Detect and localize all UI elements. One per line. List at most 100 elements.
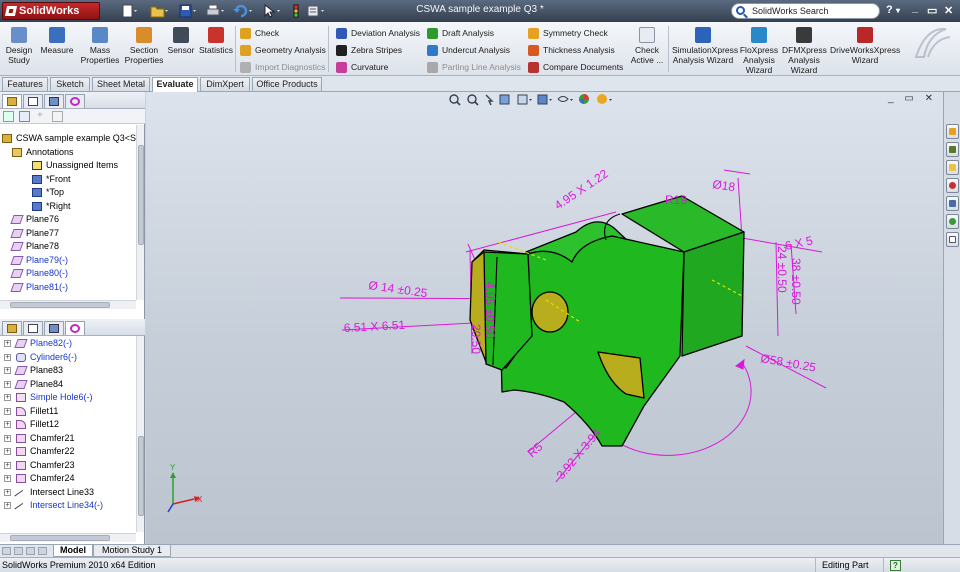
xpress-1-button[interactable]: FloXpress Analysis Wizard (738, 25, 780, 75)
minimize-button[interactable]: _ (912, 2, 918, 14)
expand-toggle-icon[interactable]: + (4, 434, 11, 442)
tool-0-button[interactable]: Design Study (4, 25, 34, 65)
analysis_group_a-item-0[interactable]: Deviation Analysis (336, 25, 420, 41)
add-icon[interactable]: + (37, 111, 48, 122)
expand-toggle-icon[interactable]: + (4, 407, 11, 415)
tool-5-button[interactable]: Statistics (198, 25, 234, 55)
part-model[interactable]: 4.95 X 1.22 R19 Ø18 6 X 5 24 ±0.50 38 ±0… (146, 92, 943, 544)
tree-item[interactable]: Intersect Line34(-) + (4, 499, 103, 517)
tree-item[interactable]: Plane83 + (4, 364, 63, 377)
expand-toggle-icon[interactable]: + (4, 461, 11, 469)
tree-item[interactable]: Chamfer23 + (4, 459, 75, 472)
bottom-tab-1[interactable]: Motion Study 1 (93, 545, 171, 557)
analysis_group_b-item-1[interactable]: Undercut Analysis (427, 42, 510, 58)
tree-item[interactable]: Intersect Line33 + (4, 486, 94, 503)
tab-last-icon[interactable] (38, 547, 47, 555)
analysis_group_a-item-2[interactable]: Curvature (336, 59, 388, 75)
tree-item[interactable]: Fillet12 + (4, 418, 59, 431)
tree-item[interactable]: Plane79(-) (10, 254, 68, 267)
analysis_group_b-item-2[interactable]: Parting Line Analysis (427, 59, 521, 75)
check_group-item-0[interactable]: Check (240, 25, 279, 41)
analysis_group_c-item-2[interactable]: Compare Documents (528, 59, 623, 75)
solidworks-logo[interactable]: SolidWorks (2, 2, 100, 20)
tool-2-button[interactable]: Mass Properties (80, 25, 120, 65)
tree-horizontal-scrollbar-top[interactable] (0, 300, 136, 309)
show-tree-icon[interactable] (19, 111, 30, 122)
tab-property-manager[interactable] (23, 94, 43, 108)
search-input[interactable]: SolidWorks Search (731, 3, 880, 19)
tree-item[interactable]: CSWA sample example Q3<S (2, 132, 136, 145)
expand-toggle-icon[interactable]: + (4, 502, 11, 509)
bottom-tab-0[interactable]: Model (53, 545, 93, 557)
task-pane-view-palette-icon[interactable] (946, 196, 959, 211)
print-icon[interactable] (204, 3, 226, 19)
xpress-0-button[interactable]: SimulationXpress Analysis Wizard (672, 25, 738, 65)
tree-item[interactable]: Annotations (12, 146, 74, 159)
expand-toggle-icon[interactable]: + (4, 353, 11, 361)
restore-button[interactable]: ▭ (927, 4, 937, 17)
tree-item[interactable]: Chamfer22 + (4, 445, 75, 458)
tab-feature-manager-2[interactable] (2, 321, 22, 335)
check_group-item-2[interactable]: Import Diagnostics (240, 59, 325, 75)
tree-item[interactable]: Simple Hole6(-) + (4, 391, 93, 404)
analysis_group_b-item-0[interactable]: Draft Analysis (427, 25, 494, 41)
options-icon[interactable] (304, 3, 326, 19)
graphics-area[interactable]: _ ▭ ✕ 4.95 X 1.22 R19 Ø18 6 X 5 24 ±0.50… (146, 92, 943, 544)
analysis_group_c-item-1[interactable]: Thickness Analysis (528, 42, 615, 58)
tree-horizontal-scrollbar-bottom[interactable] (0, 533, 136, 542)
analysis_group_c-item-0[interactable]: Symmetry Check (528, 25, 608, 41)
tree-scrollbar-bottom[interactable] (136, 336, 144, 532)
tree-item[interactable]: *Right (32, 200, 71, 213)
tree-item[interactable]: Chamfer24 + (4, 472, 75, 485)
select-arrow-icon[interactable] (260, 3, 282, 19)
new-document-icon[interactable] (118, 3, 140, 19)
tab-sheet-metal[interactable]: Sheet Metal (92, 77, 150, 91)
analysis_group_a-item-1[interactable]: Zebra Stripes (336, 42, 402, 58)
tab-configuration-manager[interactable] (44, 94, 64, 108)
tab-sketch[interactable]: Sketch (50, 77, 90, 91)
xpress-2-button[interactable]: DFMXpress Analysis Wizard (782, 25, 827, 75)
tab-configuration-manager-2[interactable] (44, 321, 64, 335)
expand-toggle-icon[interactable]: + (4, 380, 11, 388)
tree-scrollbar-top[interactable] (136, 125, 144, 300)
check-active-document-button[interactable]: Check Active ... (626, 25, 668, 65)
tab-dimxpert-manager-2[interactable] (65, 321, 85, 335)
tree-item[interactable]: Plane82(-) + (4, 337, 72, 350)
task-pane-custom-properties-icon[interactable] (946, 232, 959, 247)
tree-item[interactable]: Chamfer21 + (4, 432, 75, 445)
tab-next-icon[interactable] (26, 547, 35, 555)
tool-4-button[interactable]: Sensor (166, 25, 196, 55)
tab-property-manager-2[interactable] (23, 321, 43, 335)
status-help-icon[interactable]: ? (890, 560, 901, 571)
filter-icon[interactable] (3, 111, 14, 122)
tree-item[interactable]: Cylinder6(-) + (4, 351, 77, 364)
expand-toggle-icon[interactable]: + (4, 421, 11, 428)
expand-toggle-icon[interactable]: + (4, 340, 11, 347)
tab-feature-manager[interactable] (2, 94, 22, 108)
close-button[interactable]: ✕ (944, 4, 953, 17)
tree-item[interactable]: Plane77 (10, 227, 59, 240)
tool-3-button[interactable]: Section Properties (122, 25, 166, 65)
tree-item[interactable]: *Top (32, 186, 64, 199)
expand-toggle-icon[interactable]: + (4, 394, 11, 401)
tab-first-icon[interactable] (2, 547, 11, 555)
tree-item[interactable]: Unassigned Items (32, 159, 118, 172)
task-pane-search-icon[interactable] (946, 178, 959, 193)
tab-dimxpert-manager[interactable] (65, 94, 85, 108)
tool-1-button[interactable]: Measure (38, 25, 76, 55)
task-pane-design-library-icon[interactable] (946, 142, 959, 157)
tab-dimxpert[interactable]: DimXpert (200, 77, 250, 91)
tree-item[interactable]: Plane80(-) (10, 267, 68, 280)
tab-office-products[interactable]: Office Products (252, 77, 322, 91)
save-icon[interactable] (176, 3, 198, 19)
collapse-icon[interactable] (52, 111, 63, 122)
expand-toggle-icon[interactable]: + (4, 448, 11, 455)
tree-item[interactable]: Fillet11 + (4, 405, 58, 418)
tree-item[interactable]: Plane81(-) (10, 281, 68, 294)
tab-features[interactable]: Features (2, 77, 48, 91)
task-pane-home-icon[interactable] (946, 124, 959, 139)
tab-previous-icon[interactable] (14, 547, 23, 555)
expand-toggle-icon[interactable]: + (4, 488, 11, 496)
undo-icon[interactable] (232, 3, 254, 19)
tree-item[interactable]: *Front (32, 173, 71, 186)
